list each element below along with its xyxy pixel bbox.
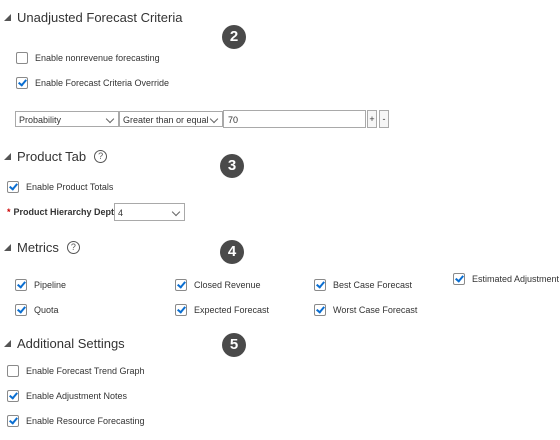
required-indicator: * [7,207,11,217]
checkbox-label: Worst Case Forecast [333,305,418,315]
callout-badge: 2 [222,25,246,49]
metric-closed-revenue-checkbox[interactable]: Closed Revenue [175,279,261,291]
checkbox-label: Closed Revenue [194,280,261,290]
checkbox-box[interactable] [453,273,465,285]
checkbox-box[interactable] [15,304,27,316]
select-value: Greater than or equal [123,115,209,125]
chevron-down-icon [209,114,219,124]
checkbox-label: Quota [34,305,59,315]
criteria-field-select[interactable]: Probability [15,111,119,127]
section-title: Product Tab [17,149,87,164]
metric-best-case-checkbox[interactable]: Best Case Forecast [314,279,412,291]
chevron-down-icon [105,114,115,124]
collapse-triangle-icon[interactable] [4,153,11,160]
select-value: Probability [19,115,62,125]
checkbox-label: Expected Forecast [194,305,270,315]
product-hierarchy-depth-label: * Product Hierarchy Depth [7,207,120,217]
help-icon[interactable]: ? [66,241,80,254]
select-value: 4 [118,208,124,218]
collapse-triangle-icon[interactable] [4,14,11,21]
checkbox-box[interactable] [314,279,326,291]
remove-criteria-button[interactable]: - [379,110,389,128]
collapse-triangle-icon[interactable] [4,340,11,347]
checkbox-label: Estimated Adjustment [472,274,560,284]
metric-pipeline-checkbox[interactable]: Pipeline [15,279,66,291]
checkbox-box[interactable] [175,304,187,316]
collapse-triangle-icon[interactable] [4,244,11,251]
callout-badge: 3 [220,154,244,178]
checkbox-box[interactable] [175,279,187,291]
checkbox-box[interactable] [15,279,27,291]
criteria-value-input[interactable]: 70 [223,110,366,128]
section-product-tab-header[interactable]: Product Tab ? [4,149,108,164]
callout-badge: 5 [222,333,246,357]
section-metrics-header[interactable]: Metrics ? [4,240,80,255]
add-criteria-button[interactable]: + [367,110,377,128]
checkbox-label: Best Case Forecast [333,280,413,290]
checkbox-label: Pipeline [34,280,67,290]
resource-forecasting-checkbox[interactable]: Enable Resource Forecasting [7,415,145,427]
checkbox-box[interactable] [7,415,19,427]
checkbox-label: Enable Resource Forecasting [26,416,145,426]
checkbox-box[interactable] [7,390,19,402]
criteria-operator-select[interactable]: Greater than or equal [119,111,223,127]
checkbox-box[interactable] [16,52,28,64]
checkbox-label: Enable Forecast Trend Graph [26,366,145,376]
checkbox-label: Enable nonrevenue forecasting [35,53,160,63]
product-hierarchy-depth-select[interactable]: 4 [114,203,185,221]
section-additional-header[interactable]: Additional Settings [4,336,125,351]
checkbox-box[interactable] [314,304,326,316]
checkbox-box[interactable] [7,365,19,377]
callout-badge: 4 [220,240,244,264]
checkbox-label: Enable Forecast Criteria Override [35,78,170,88]
checkbox-label: Enable Product Totals [26,182,114,192]
checkbox-box[interactable] [16,77,28,89]
metric-estimated-adjustment-checkbox[interactable]: Estimated Adjustment [453,273,559,285]
metric-worst-case-checkbox[interactable]: Worst Case Forecast [314,304,417,316]
checkbox-box[interactable] [7,181,19,193]
adjustment-notes-checkbox[interactable]: Enable Adjustment Notes [7,390,127,402]
override-checkbox[interactable]: Enable Forecast Criteria Override [16,77,169,89]
help-icon[interactable]: ? [94,150,108,163]
nonrevenue-checkbox[interactable]: Enable nonrevenue forecasting [16,52,160,64]
section-title: Metrics [17,240,59,255]
product-totals-checkbox[interactable]: Enable Product Totals [7,181,113,193]
section-title: Unadjusted Forecast Criteria [17,10,183,25]
section-title: Additional Settings [17,336,125,351]
section-unadjusted-header[interactable]: Unadjusted Forecast Criteria [4,10,182,25]
metric-quota-checkbox[interactable]: Quota [15,304,59,316]
checkbox-label: Enable Adjustment Notes [26,391,128,401]
chevron-down-icon [171,207,181,217]
trend-graph-checkbox[interactable]: Enable Forecast Trend Graph [7,365,145,377]
metric-expected-forecast-checkbox[interactable]: Expected Forecast [175,304,269,316]
